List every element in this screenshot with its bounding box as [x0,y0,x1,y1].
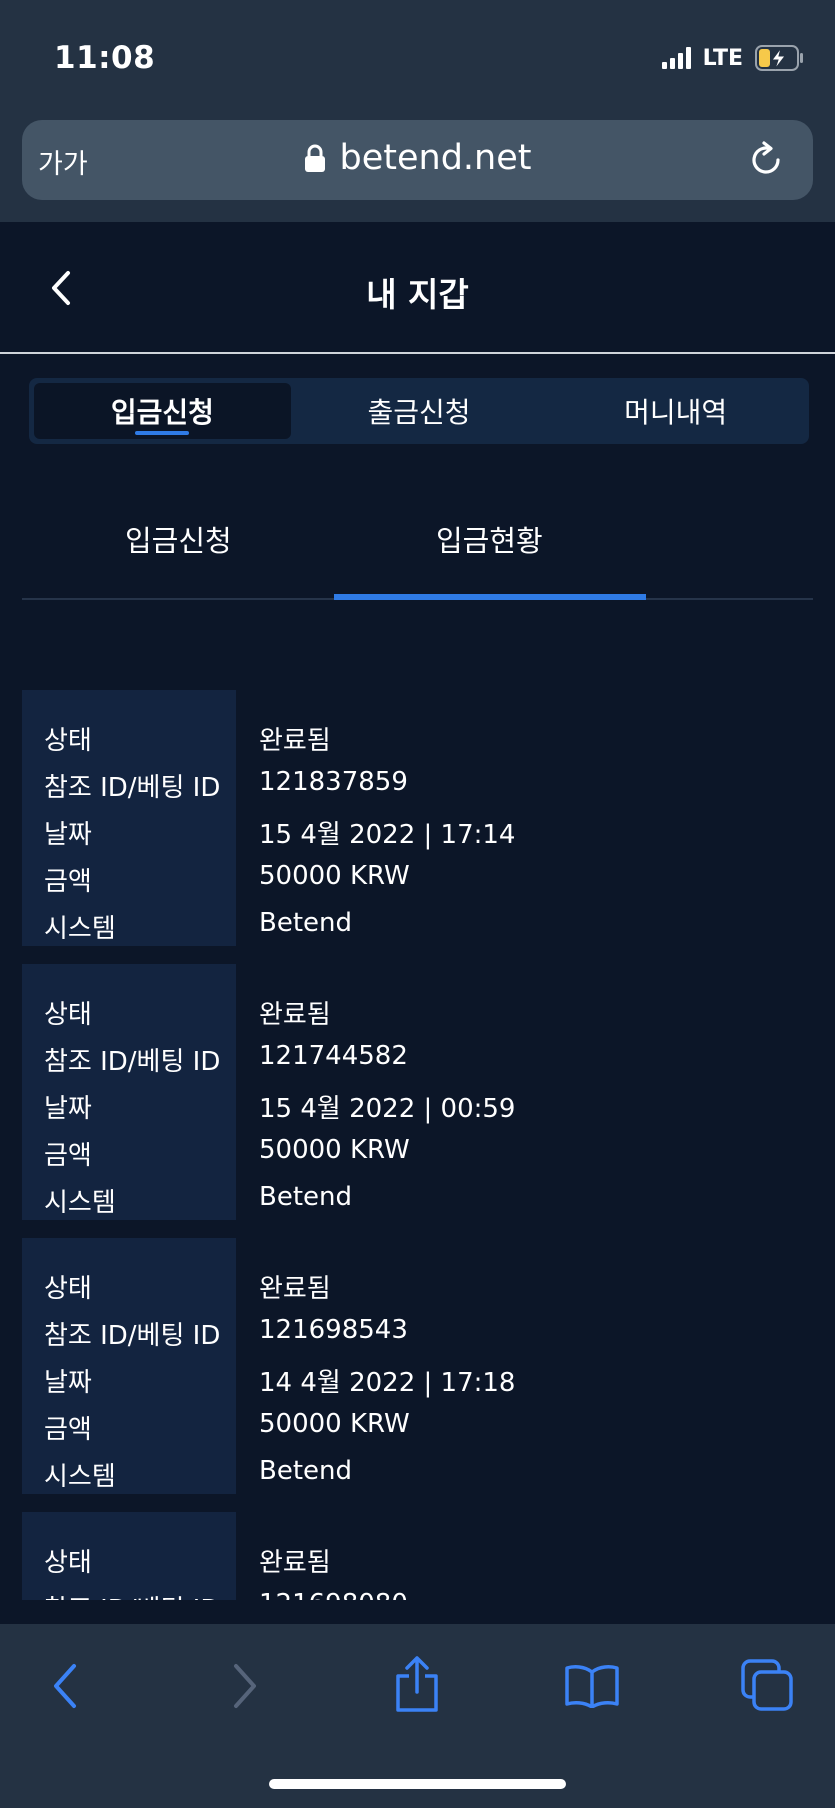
amount-value: 50000 KRW [259,861,410,891]
deposit-record: 상태 완료됨 참조 ID/베팅 ID 121744582 날짜 15 4월 20… [22,964,813,1220]
status-label: 상태 [44,1000,92,1030]
status-label: 상태 [44,1274,92,1304]
status-value: 완료됨 [259,726,331,756]
status-time: 11:08 [54,40,156,76]
date-value: 14 4월 2022 | 17:18 [259,1368,516,1398]
subtab-deposit-status[interactable]: 입금현황 [436,518,543,560]
ref-id-value: 121698080 [259,1589,408,1600]
ref-id-label: 참조 ID/베팅 ID [44,1589,220,1600]
network-type: LTE [702,45,743,71]
lock-icon [304,144,325,172]
home-indicator [269,1779,566,1789]
battery-charging-icon [755,45,803,71]
ref-id-label: 참조 ID/베팅 ID [44,773,221,803]
ref-id-value: 121744582 [259,1041,408,1071]
status-value: 완료됨 [259,1548,331,1578]
ref-id-value: 121837859 [259,767,408,797]
deposit-record: 상태 완료됨 참조 ID/베팅 ID 121698080 [22,1512,813,1600]
deposit-records-list: 상태 완료됨 참조 ID/베팅 ID 121837859 날짜 15 4월 20… [22,690,813,1600]
status-value: 완료됨 [259,1000,331,1030]
date-label: 날짜 [44,1094,92,1124]
url-display[interactable]: betend.net [22,138,813,178]
share-icon[interactable] [393,1654,441,1714]
reload-icon[interactable] [747,140,787,180]
tab-label: 머니내역 [624,396,728,429]
date-label: 날짜 [44,820,92,850]
status-indicators: LTE [661,45,805,71]
tab-label: 출금신청 [367,396,471,429]
amount-label: 금액 [44,1141,92,1171]
date-label: 날짜 [44,1368,92,1398]
system-value: Betend [259,908,353,938]
page-title: 내 지갑 [366,275,469,314]
address-bar[interactable]: 가가 betend.net [22,120,813,200]
system-label: 시스템 [44,914,116,944]
amount-label: 금액 [44,1415,92,1445]
tab-deposit-request[interactable]: 입금신청 [34,383,291,439]
active-tab-indicator [135,431,190,435]
browser-back-icon[interactable] [48,1660,82,1712]
amount-value: 50000 KRW [259,1409,410,1439]
subtab-deposit-request[interactable]: 입금신청 [125,518,232,560]
wallet-tabs: 입금신청 출금신청 머니내역 [29,378,809,444]
tab-withdraw-request[interactable]: 출금신청 [291,383,548,439]
ref-id-label: 참조 ID/베팅 ID [44,1047,221,1077]
tabs-icon[interactable] [740,1658,794,1712]
bookmarks-icon[interactable] [564,1662,620,1708]
system-label: 시스템 [44,1462,116,1492]
tab-money-history[interactable]: 머니내역 [547,383,804,439]
active-subtab-indicator [334,594,646,600]
deposit-record: 상태 완료됨 참조 ID/베팅 ID 121837859 날짜 15 4월 20… [22,690,813,946]
status-value: 완료됨 [259,1274,331,1304]
amount-value: 50000 KRW [259,1135,410,1165]
page-header: 내 지갑 [0,222,835,354]
status-label: 상태 [44,1548,92,1578]
tab-label: 입금신청 [110,396,214,429]
system-value: Betend [259,1182,353,1212]
deposit-subtabs: 입금신청 입금현황 [22,500,813,600]
browser-forward-icon[interactable] [228,1660,262,1712]
browser-top-chrome: 11:08 LTE 가가 betend.net [0,0,835,222]
ref-id-label: 참조 ID/베팅 ID [44,1321,221,1351]
system-label: 시스템 [44,1188,116,1218]
status-label: 상태 [44,726,92,756]
deposit-record: 상태 완료됨 참조 ID/베팅 ID 121698543 날짜 14 4월 20… [22,1238,813,1494]
url-text: betend.net [339,138,532,178]
system-value: Betend [259,1456,353,1486]
amount-label: 금액 [44,867,92,897]
cellular-signal-icon [661,47,691,69]
ref-id-value: 121698543 [259,1315,408,1345]
date-value: 15 4월 2022 | 17:14 [259,820,516,850]
date-value: 15 4월 2022 | 00:59 [259,1094,516,1124]
